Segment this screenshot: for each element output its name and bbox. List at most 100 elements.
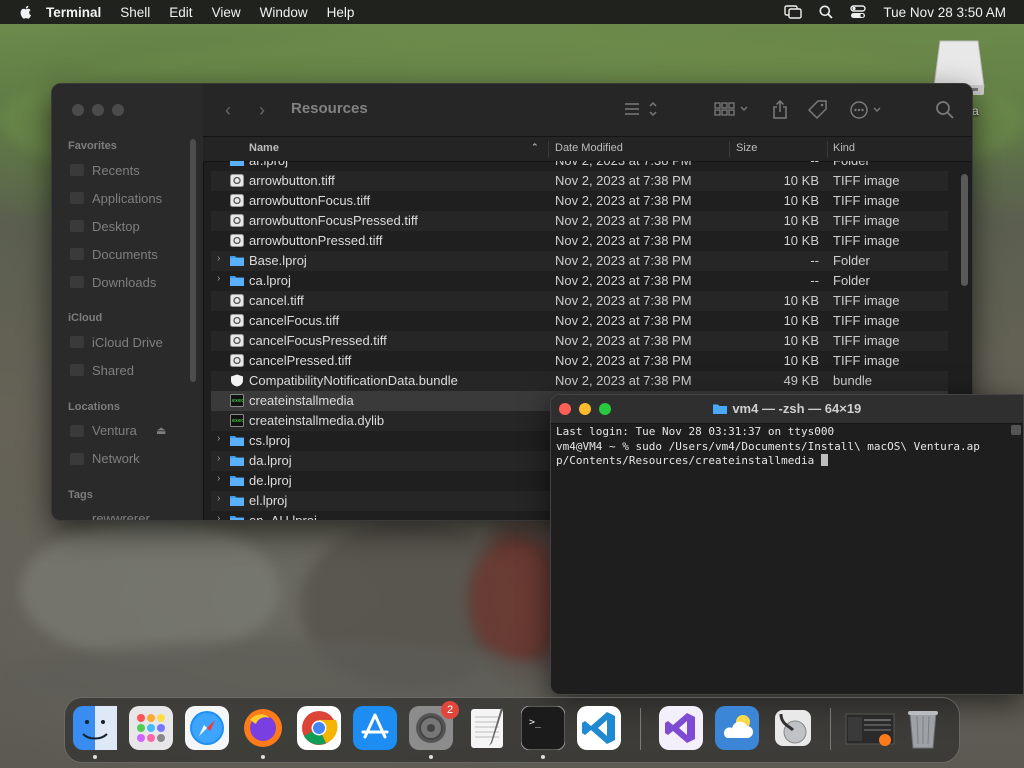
folder-icon bbox=[230, 274, 244, 287]
sidebar-item-downloads[interactable]: Downloads bbox=[92, 275, 156, 290]
terminal-scrollbar[interactable] bbox=[1011, 425, 1021, 435]
table-row[interactable]: › Base.lproj Nov 2, 2023 at 7:38 PM -- Folde… bbox=[211, 251, 948, 271]
file-list-scrollbar[interactable] bbox=[961, 174, 968, 286]
document-icon bbox=[70, 248, 84, 260]
applications-icon bbox=[70, 192, 84, 204]
menu-help[interactable]: Help bbox=[327, 5, 355, 20]
dock-system-settings-icon[interactable]: 2 bbox=[409, 701, 459, 750]
disclosure-chevron-icon[interactable]: › bbox=[217, 473, 220, 484]
dock-divider bbox=[830, 708, 831, 750]
table-row[interactable]: › ar.lproj Nov 2, 2023 at 7:38 PM -- Folder bbox=[211, 161, 948, 171]
menu-edit[interactable]: Edit bbox=[169, 5, 192, 20]
menu-window[interactable]: Window bbox=[260, 5, 308, 20]
disclosure-chevron-icon[interactable]: › bbox=[217, 161, 220, 164]
file-size: 10 KB bbox=[783, 173, 819, 188]
table-row[interactable]: cancelFocusPressed.tiff Nov 2, 2023 at 7:… bbox=[211, 331, 948, 351]
sidebar-header-favorites: Favorites bbox=[68, 140, 117, 152]
running-indicator bbox=[429, 755, 433, 759]
column-date-modified[interactable]: Date Modified bbox=[555, 142, 623, 154]
sidebar-item-icloud-drive[interactable]: iCloud Drive bbox=[92, 335, 163, 350]
table-row[interactable]: cancelFocus.tiff Nov 2, 2023 at 7:38 PM 10… bbox=[211, 311, 948, 331]
table-row[interactable]: arrowbuttonFocusPressed.tiff Nov 2, 2023 … bbox=[211, 211, 948, 231]
more-actions-icon[interactable] bbox=[849, 100, 887, 120]
menu-view[interactable]: View bbox=[212, 5, 241, 20]
disclosure-chevron-icon[interactable]: › bbox=[217, 253, 220, 264]
spotlight-search-icon[interactable] bbox=[819, 5, 834, 19]
disclosure-chevron-icon[interactable]: › bbox=[217, 453, 220, 464]
file-size: 10 KB bbox=[783, 213, 819, 228]
dock-disk-utility-icon[interactable] bbox=[771, 706, 815, 750]
file-name: de.lproj bbox=[249, 473, 292, 488]
terminal-title-wrap: vm4 — -zsh — 64×19 bbox=[551, 401, 1023, 416]
sidebar-item-tag[interactable]: rewwrerer bbox=[92, 511, 150, 520]
disclosure-chevron-icon[interactable]: › bbox=[217, 433, 220, 444]
tiff-icon bbox=[230, 314, 244, 327]
menu-shell[interactable]: Shell bbox=[120, 5, 150, 20]
dock-finder-icon[interactable] bbox=[73, 706, 117, 750]
table-row[interactable]: arrowbuttonFocus.tiff Nov 2, 2023 at 7:38… bbox=[211, 191, 948, 211]
tiff-icon bbox=[230, 214, 244, 227]
dock-app-store-icon[interactable] bbox=[353, 706, 397, 750]
sidebar-item-recents[interactable]: Recents bbox=[92, 163, 140, 178]
sidebar-item-network[interactable]: Network bbox=[92, 451, 140, 466]
sidebar-item-documents[interactable]: Documents bbox=[92, 247, 158, 262]
dock-launchpad-icon[interactable] bbox=[129, 706, 173, 750]
list-view-icon[interactable] bbox=[623, 100, 659, 118]
close-button[interactable] bbox=[72, 104, 84, 116]
back-icon[interactable]: ‹ bbox=[225, 100, 231, 121]
disclosure-chevron-icon[interactable]: › bbox=[217, 493, 220, 504]
forward-icon[interactable]: › bbox=[259, 100, 265, 121]
share-icon[interactable] bbox=[771, 100, 789, 120]
table-row[interactable]: cancelPressed.tiff Nov 2, 2023 at 7:38 PM… bbox=[211, 351, 948, 371]
sidebar-item-applications[interactable]: Applications bbox=[92, 191, 162, 206]
folder-icon bbox=[230, 161, 244, 167]
zoom-button[interactable] bbox=[112, 104, 124, 116]
tiff-icon bbox=[230, 194, 244, 207]
group-icon[interactable] bbox=[713, 100, 751, 118]
dock-visual-studio-icon[interactable] bbox=[659, 706, 703, 750]
dock-safari-icon[interactable] bbox=[185, 706, 229, 750]
tag-icon[interactable] bbox=[807, 100, 829, 120]
sidebar-item-shared[interactable]: Shared bbox=[92, 363, 134, 378]
menu-clock[interactable]: Tue Nov 28 3:50 AM bbox=[883, 5, 1006, 20]
tiff-icon bbox=[230, 174, 244, 187]
sidebar-scrollbar[interactable] bbox=[190, 139, 196, 382]
dock-textedit-icon[interactable] bbox=[465, 706, 509, 750]
file-date: Nov 2, 2023 at 7:38 PM bbox=[555, 233, 692, 248]
sidebar-item-ventura[interactable]: Ventura bbox=[92, 423, 137, 438]
file-date: Nov 2, 2023 at 7:38 PM bbox=[555, 373, 692, 388]
dock-weather-icon[interactable] bbox=[715, 706, 759, 750]
screen-mirroring-icon[interactable] bbox=[784, 5, 803, 19]
dock-minimized-window-icon[interactable] bbox=[845, 706, 895, 750]
dock-chrome-icon[interactable] bbox=[297, 706, 341, 750]
dock-trash-icon[interactable] bbox=[901, 706, 945, 750]
column-size[interactable]: Size bbox=[736, 142, 757, 154]
apple-menu-icon[interactable] bbox=[18, 4, 34, 20]
dock-vscode-icon[interactable] bbox=[577, 706, 621, 750]
dock-terminal-icon[interactable]: >_ bbox=[520, 705, 566, 751]
disclosure-chevron-icon[interactable]: › bbox=[217, 273, 220, 284]
terminal-output[interactable]: Last login: Tue Nov 28 03:31:37 on ttys0… bbox=[556, 425, 1007, 469]
eject-icon[interactable]: ⏏ bbox=[156, 424, 166, 437]
table-row[interactable]: arrowbuttonPressed.tiff Nov 2, 2023 at 7:… bbox=[211, 231, 948, 251]
disclosure-chevron-icon[interactable]: › bbox=[217, 513, 220, 520]
control-center-icon[interactable] bbox=[850, 5, 867, 19]
file-name: ca.lproj bbox=[249, 273, 291, 288]
minimize-button[interactable] bbox=[92, 104, 104, 116]
dock-firefox-icon[interactable] bbox=[241, 706, 285, 750]
table-row[interactable]: cancel.tiff Nov 2, 2023 at 7:38 PM 10 KB TI… bbox=[211, 291, 948, 311]
sidebar-item-desktop[interactable]: Desktop bbox=[92, 219, 140, 234]
running-indicator bbox=[93, 755, 97, 759]
search-icon[interactable] bbox=[935, 100, 955, 120]
finder-title: Resources bbox=[291, 100, 368, 117]
column-kind[interactable]: Kind bbox=[833, 142, 855, 154]
table-row[interactable]: CompatibilityNotificationData.bundle Nov … bbox=[211, 371, 948, 391]
file-name: cancel.tiff bbox=[249, 293, 304, 308]
sort-ascending-icon[interactable]: ⌃ bbox=[531, 142, 539, 153]
exec-icon: exec bbox=[230, 394, 244, 407]
column-name[interactable]: Name bbox=[249, 142, 279, 154]
table-row[interactable]: › ca.lproj Nov 2, 2023 at 7:38 PM -- Folder bbox=[211, 271, 948, 291]
menu-app-name[interactable]: Terminal bbox=[46, 5, 101, 20]
terminal-cursor bbox=[820, 454, 828, 466]
table-row[interactable]: arrowbutton.tiff Nov 2, 2023 at 7:38 PM 10… bbox=[211, 171, 948, 191]
